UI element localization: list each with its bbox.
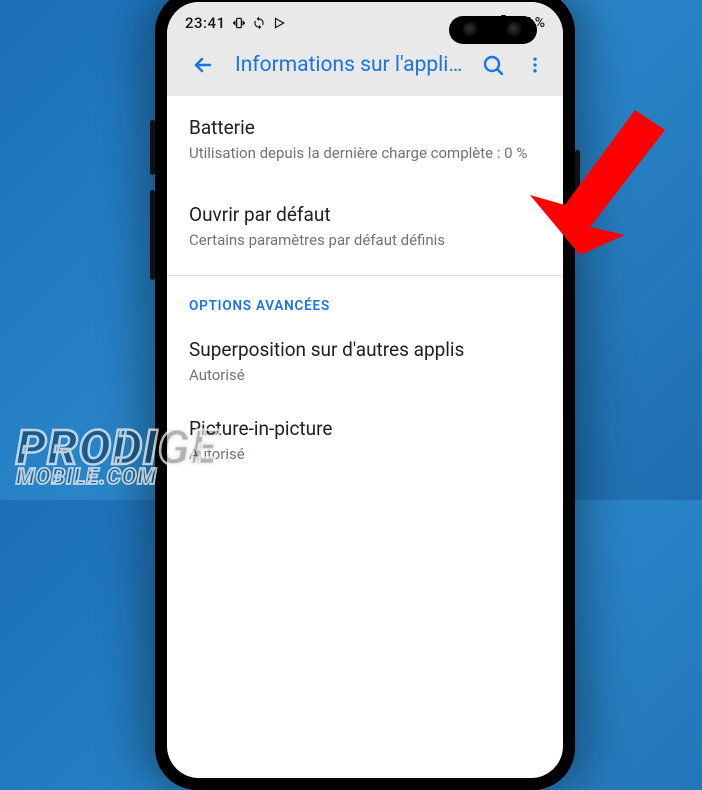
item-display-over-apps[interactable]: Superposition sur d'autres applis Autori… bbox=[167, 318, 563, 405]
watermark: PRODIGE MOBILE.COM bbox=[16, 429, 218, 486]
item-subtitle: Autorisé bbox=[189, 444, 541, 464]
app-bar-title: Informations sur l'applica… bbox=[235, 53, 471, 77]
item-title: Picture-in-picture bbox=[189, 417, 541, 440]
camera-cutout bbox=[449, 16, 537, 44]
back-button[interactable] bbox=[181, 43, 225, 87]
item-subtitle: Autorisé bbox=[189, 365, 541, 385]
item-picture-in-picture[interactable]: Picture-in-picture Autorisé bbox=[167, 405, 563, 484]
watermark-line1: PRODIGE bbox=[16, 429, 218, 466]
play-store-icon bbox=[272, 16, 286, 30]
power-button bbox=[150, 120, 155, 175]
more-button[interactable] bbox=[515, 43, 555, 87]
sync-icon bbox=[252, 16, 266, 30]
clock: 23:41 bbox=[185, 14, 226, 32]
item-title: Superposition sur d'autres applis bbox=[189, 338, 541, 361]
vibrate-icon bbox=[232, 16, 246, 30]
search-button[interactable] bbox=[471, 43, 515, 87]
arrow-annotation bbox=[470, 85, 690, 305]
volume-button bbox=[150, 190, 155, 280]
